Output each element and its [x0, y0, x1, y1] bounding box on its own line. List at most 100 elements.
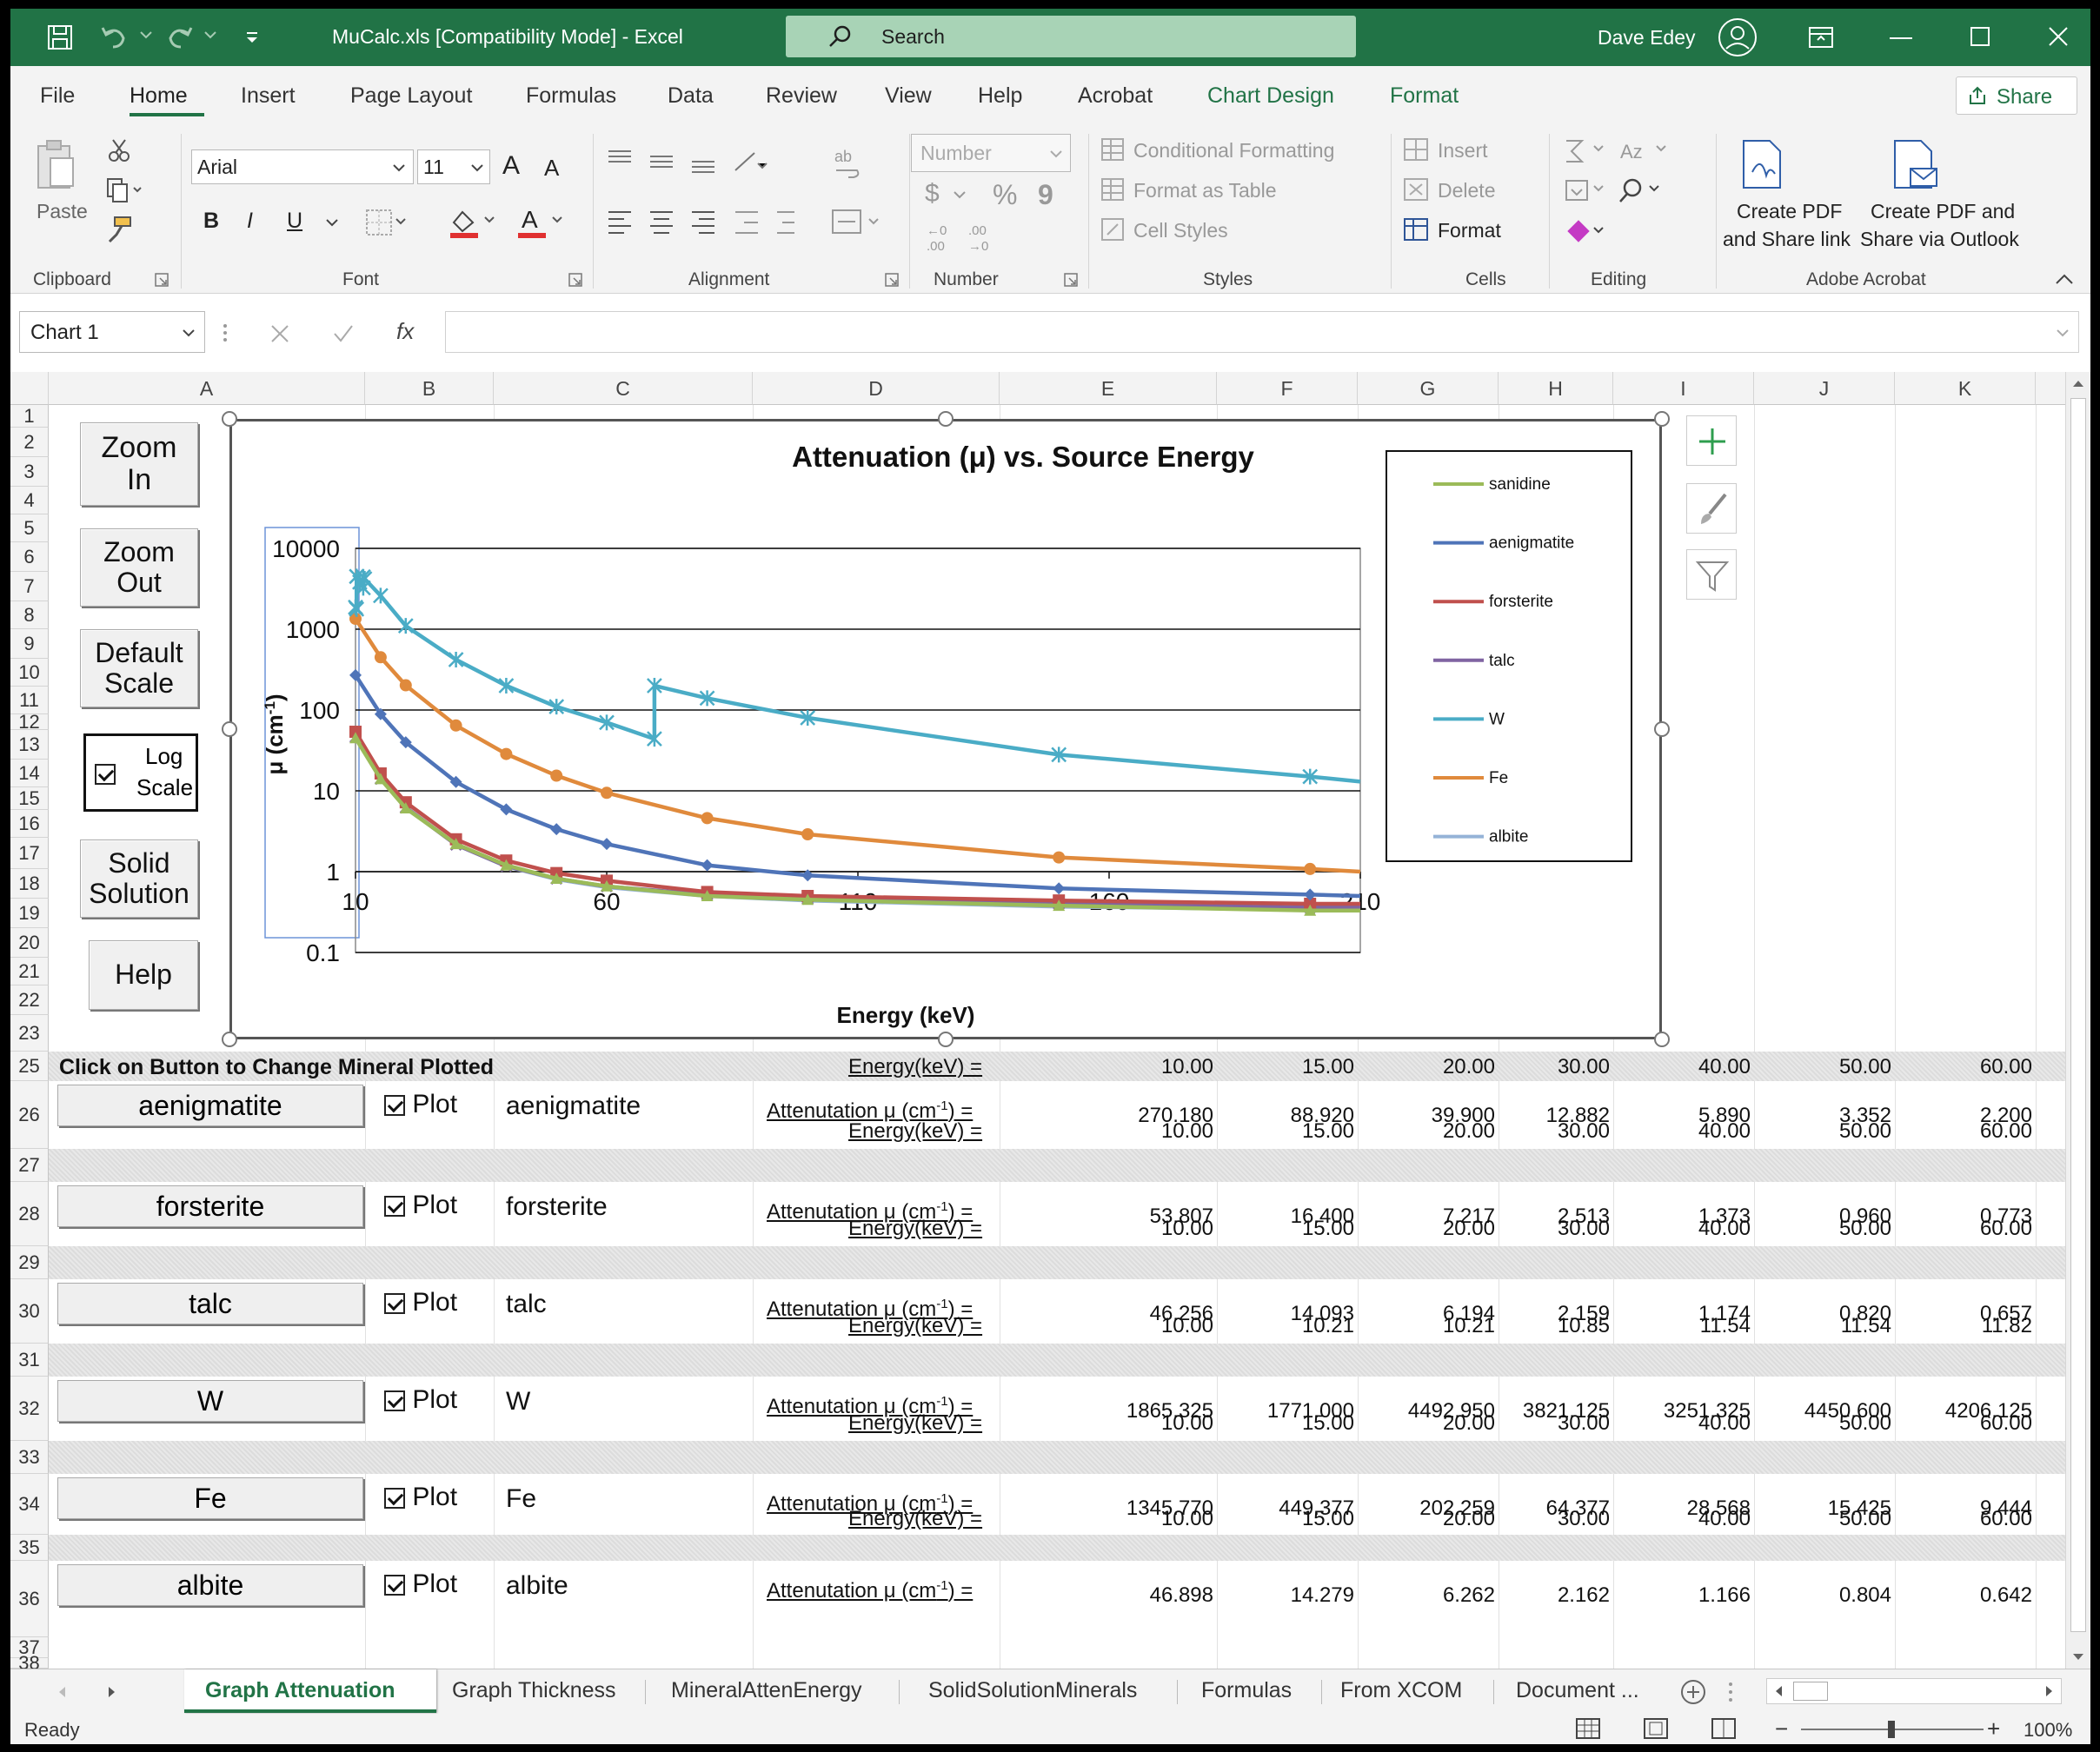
zoom-in-button[interactable]: Zoom In: [80, 422, 198, 506]
customize-icon[interactable]: [243, 30, 261, 47]
column-header-f[interactable]: F: [1217, 372, 1358, 405]
default-scale-button[interactable]: Default Scale: [80, 629, 198, 707]
resize-handle[interactable]: [1654, 721, 1670, 737]
cut-icon[interactable]: [106, 137, 132, 163]
editing-icons[interactable]: Aᴢ: [1563, 136, 1693, 250]
column-header-g[interactable]: G: [1358, 372, 1499, 405]
tab-help[interactable]: Help: [978, 83, 1022, 109]
borders-icon[interactable]: [365, 209, 409, 236]
dialog-launcher-icon[interactable]: [155, 273, 169, 287]
column-header-i[interactable]: I: [1613, 372, 1754, 405]
grip-icon[interactable]: [1728, 1682, 1733, 1702]
create-pdf-link-icon[interactable]: [1740, 139, 1785, 191]
row-header[interactable]: 6: [10, 542, 49, 572]
row-header[interactable]: 7: [10, 572, 49, 601]
name-box[interactable]: Chart 1: [19, 311, 205, 353]
currency-button[interactable]: $: [925, 179, 940, 209]
create-pdf-outlook-line1[interactable]: Create PDF and: [1871, 200, 2015, 223]
dialog-launcher-icon[interactable]: [1064, 273, 1078, 287]
save-icon[interactable]: [47, 24, 73, 50]
plot-checkbox[interactable]: Plot: [384, 1385, 457, 1415]
column-header-c[interactable]: C: [494, 372, 753, 405]
redo-icon[interactable]: [165, 24, 195, 50]
row-header[interactable]: 31: [10, 1344, 49, 1377]
format-cells-icon[interactable]: [1403, 217, 1429, 242]
sheet-tab-graph-attenuation[interactable]: Graph Attenuation: [184, 1669, 436, 1713]
number-format-box[interactable]: Number: [911, 134, 1071, 172]
plot-checkbox[interactable]: Plot: [384, 1288, 457, 1317]
close-icon[interactable]: [2048, 26, 2069, 47]
mineral-button-w[interactable]: W: [57, 1380, 363, 1422]
tab-data[interactable]: Data: [668, 83, 714, 109]
row-header[interactable]: 20: [10, 928, 49, 958]
help-button[interactable]: Help: [89, 940, 198, 1010]
chevron-down-icon[interactable]: [203, 30, 217, 40]
cancel-icon[interactable]: [269, 323, 290, 344]
hscroll-thumb[interactable]: [1793, 1682, 1828, 1701]
column-header-b[interactable]: B: [365, 372, 494, 405]
row-header[interactable]: 16: [10, 810, 49, 838]
chart-styles-button[interactable]: [1686, 483, 1737, 534]
font-size-box[interactable]: 11: [417, 149, 490, 184]
tab-acrobat[interactable]: Acrobat: [1078, 83, 1153, 109]
sheet-tab-formulas[interactable]: Formulas: [1201, 1678, 1292, 1703]
row-header[interactable]: 22: [10, 986, 49, 1015]
fill-color-icon[interactable]: [449, 205, 497, 240]
row-header[interactable]: 1: [10, 405, 49, 428]
column-header-d[interactable]: D: [753, 372, 1000, 405]
wrap-text-icon[interactable]: ab: [833, 146, 862, 181]
chart-area[interactable]: Attenuation (μ) vs. Source Energy 10000 1…: [229, 419, 1662, 1039]
row-header[interactable]: 12: [10, 713, 49, 732]
delete-cells-button[interactable]: Delete: [1438, 179, 1495, 202]
create-pdf-link-line1[interactable]: Create PDF: [1737, 200, 1842, 223]
insert-cells-button[interactable]: Insert: [1438, 139, 1488, 163]
mineral-button-albite[interactable]: albite: [57, 1564, 363, 1606]
tab-page-layout[interactable]: Page Layout: [350, 83, 472, 109]
row-header[interactable]: 33: [10, 1441, 49, 1474]
row-header[interactable]: 9: [10, 629, 49, 659]
font-name-box[interactable]: Arial: [191, 149, 414, 184]
row-header[interactable]: 14: [10, 760, 49, 787]
log-scale-checkbox[interactable]: Log Scale: [83, 733, 198, 812]
row-header[interactable]: 36: [10, 1561, 49, 1637]
tab-insert[interactable]: Insert: [241, 83, 296, 109]
sheet-tab-mineral-atten-energy[interactable]: MineralAttenEnergy: [671, 1678, 862, 1703]
page-layout-view-icon[interactable]: [1643, 1717, 1669, 1740]
row-header[interactable]: 5: [10, 514, 49, 542]
mineral-button-forsterite[interactable]: forsterite: [57, 1185, 363, 1227]
chart-elements-button[interactable]: [1686, 415, 1737, 466]
underline-button[interactable]: U: [287, 209, 302, 234]
plot-checkbox[interactable]: Plot: [384, 1090, 457, 1119]
maximize-icon[interactable]: [1970, 26, 1990, 47]
row-header[interactable]: 17: [10, 838, 49, 869]
bold-button[interactable]: B: [203, 209, 219, 234]
decimal-icons[interactable]: ←0.00.00→0: [925, 219, 1008, 254]
horizontal-align-icons[interactable]: [605, 207, 796, 238]
row-header[interactable]: 28: [10, 1182, 49, 1246]
undo-icon[interactable]: [99, 24, 129, 50]
row-header[interactable]: 29: [10, 1246, 49, 1279]
row-header[interactable]: 30: [10, 1279, 49, 1344]
row-header[interactable]: 23: [10, 1015, 49, 1052]
tab-home[interactable]: Home: [130, 83, 188, 109]
enter-icon[interactable]: [332, 323, 355, 344]
plot-checkbox[interactable]: Plot: [384, 1570, 457, 1599]
comma-button[interactable]: 9: [1038, 179, 1053, 211]
plot-checkbox[interactable]: Plot: [384, 1483, 457, 1512]
column-header-j[interactable]: J: [1754, 372, 1895, 405]
grow-font-button[interactable]: A: [502, 151, 520, 181]
tab-file[interactable]: File: [40, 83, 75, 109]
tab-review[interactable]: Review: [766, 83, 837, 109]
row-header[interactable]: 35: [10, 1535, 49, 1561]
tab-view[interactable]: View: [885, 83, 932, 109]
merge-center-icon[interactable]: [831, 207, 885, 238]
row-header[interactable]: 32: [10, 1377, 49, 1441]
minimize-icon[interactable]: [1890, 36, 1912, 40]
resize-handle[interactable]: [222, 1032, 237, 1047]
paste-label[interactable]: Paste: [37, 200, 88, 223]
scroll-up-icon[interactable]: [2071, 377, 2085, 389]
italic-button[interactable]: I: [247, 209, 253, 234]
font-color-icon[interactable]: A: [516, 205, 565, 240]
column-header-e[interactable]: E: [1000, 372, 1217, 405]
create-pdf-link-line2[interactable]: and Share link: [1723, 228, 1851, 251]
